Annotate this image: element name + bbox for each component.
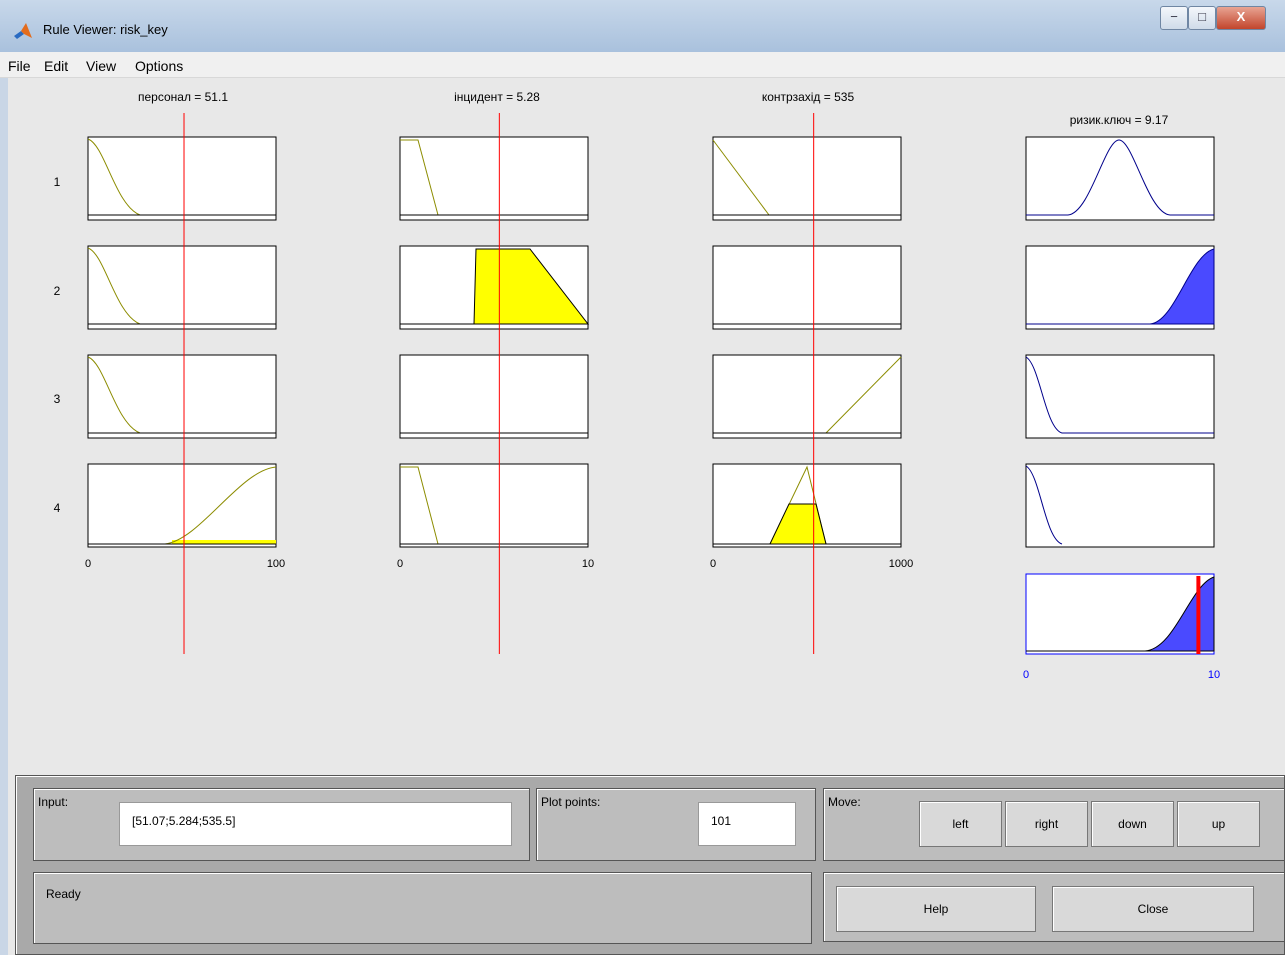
menu-file[interactable]: File <box>8 58 31 74</box>
input-2-rule-4-cell[interactable] <box>399 463 589 548</box>
input-panel: Input: [51.07;5.284;535.5] <box>33 788 530 861</box>
input-title-personnel: персонал = 51.1 <box>138 90 228 104</box>
input-3-rule-3-cell[interactable] <box>712 354 902 439</box>
close-button[interactable]: Close <box>1052 886 1254 932</box>
move-up-button[interactable]: up <box>1177 801 1260 847</box>
window-title: Rule Viewer: risk_key <box>43 22 168 37</box>
output-tick-min: 0 <box>1023 669 1029 681</box>
rule-label-4: 4 <box>54 501 61 515</box>
output-rule-1-cell[interactable] <box>1025 136 1215 221</box>
rule-plots: персонал = 51.1 інцидент = 5.28 контрзах… <box>54 90 1220 681</box>
plot-points-field[interactable]: 101 <box>698 802 796 846</box>
input-1-tick-max: 100 <box>267 558 285 570</box>
output-rule-2-cell[interactable] <box>1025 245 1215 330</box>
input-title-countermeasure: контрзахід = 535 <box>762 90 855 104</box>
input-3-rule-2-cell[interactable] <box>712 245 902 330</box>
menu-view[interactable]: View <box>86 58 116 74</box>
input-2-tick-max: 10 <box>582 558 594 570</box>
menu-edit[interactable]: Edit <box>44 58 68 74</box>
plot-points-label: Plot points: <box>541 795 601 809</box>
menu-options[interactable]: Options <box>135 58 183 74</box>
input-1-rule-4-cell[interactable] <box>87 463 277 548</box>
input-3-rule-4-cell[interactable] <box>712 463 902 548</box>
help-close-panel: Help Close <box>823 872 1285 942</box>
output-aggregate-cell[interactable] <box>1025 573 1215 655</box>
input-vector-field[interactable]: [51.07;5.284;535.5] <box>119 802 512 846</box>
rule-label-2: 2 <box>54 284 61 298</box>
input-2-rule-3-cell[interactable] <box>399 354 589 439</box>
input-3-tick-max: 1000 <box>889 558 913 570</box>
minimize-button[interactable]: − <box>1160 6 1188 30</box>
status-text: Ready <box>46 887 81 901</box>
input-1-rule-2-cell[interactable] <box>87 245 277 330</box>
output-rule-4-cell[interactable] <box>1025 463 1215 548</box>
title-bar: Rule Viewer: risk_key − □ X <box>0 0 1285 52</box>
input-1-tick-min: 0 <box>85 558 91 570</box>
input-1-rule-1-cell[interactable] <box>87 136 277 221</box>
input-3-rule-1-cell[interactable] <box>712 136 902 221</box>
output-rule-3-cell[interactable] <box>1025 354 1215 439</box>
input-2-tick-min: 0 <box>397 558 403 570</box>
output-title-risk: ризик.ключ = 9.17 <box>1070 113 1169 127</box>
input-label: Input: <box>38 795 69 809</box>
input-3-tick-min: 0 <box>710 558 716 570</box>
matlab-logo-icon <box>14 23 32 39</box>
rule-label-1: 1 <box>54 175 61 189</box>
close-window-button[interactable]: X <box>1216 6 1266 30</box>
menu-bar: File Edit View Options <box>0 52 1285 78</box>
input-2-rule-2-cell[interactable] <box>399 245 590 330</box>
rule-label-3: 3 <box>54 392 61 406</box>
plot-points-panel: Plot points: 101 <box>536 788 816 861</box>
move-right-button[interactable]: right <box>1005 801 1088 847</box>
move-down-button[interactable]: down <box>1091 801 1174 847</box>
input-2-rule-1-cell[interactable] <box>399 136 589 221</box>
rule-viewer-window: Rule Viewer: risk_key − □ X File Edit Vi… <box>0 0 1285 955</box>
move-panel: Move: left right down up <box>823 788 1285 861</box>
restore-button[interactable]: □ <box>1188 6 1216 30</box>
move-left-button[interactable]: left <box>919 801 1002 847</box>
status-panel: Ready <box>33 872 812 944</box>
move-label: Move: <box>828 795 861 809</box>
input-1-rule-3-cell[interactable] <box>87 354 277 439</box>
help-button[interactable]: Help <box>836 886 1036 932</box>
rule-plot-area: персонал = 51.1 інцидент = 5.28 контрзах… <box>0 78 1285 768</box>
output-tick-max: 10 <box>1208 669 1220 681</box>
input-title-incident: інцидент = 5.28 <box>454 90 540 104</box>
